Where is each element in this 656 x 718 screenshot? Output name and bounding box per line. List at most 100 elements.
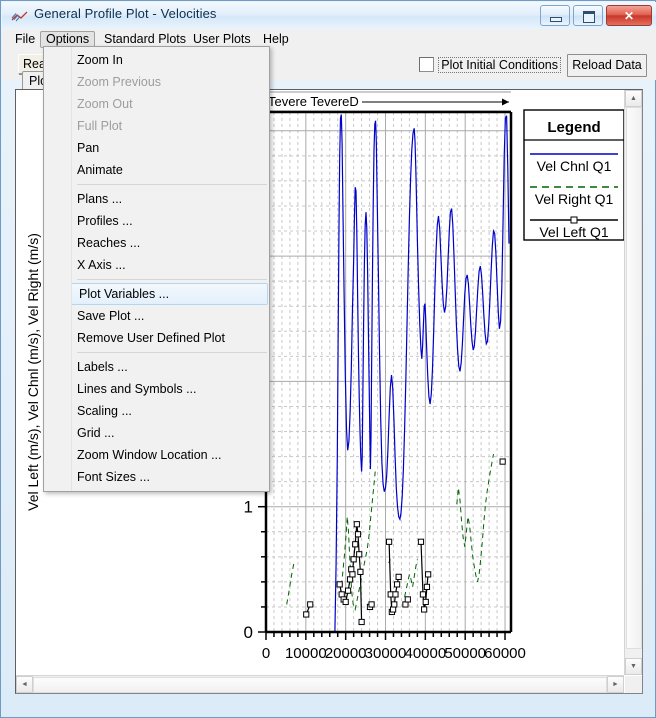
menu-item-full-plot: Full Plot — [77, 119, 123, 133]
reach-label-text: Tevere TevereD — [268, 94, 359, 109]
series-marker — [338, 591, 345, 598]
menu-separator — [77, 352, 267, 353]
x-tick-label: 60000 — [484, 645, 526, 662]
series-marker — [357, 568, 364, 575]
series-marker — [358, 618, 365, 626]
menu-item-lines-and-symbols[interactable]: Lines and Symbols ... — [44, 378, 269, 400]
window-frame: General Profile Plot - Velocities ✕ File… — [0, 0, 656, 718]
menu-item-zoom-window-location[interactable]: Zoom Window Location ... — [44, 444, 269, 466]
chart-legend: Legend Vel Chnl Q1 Vel Right Q1 Vel Left Q1 — [523, 109, 624, 241]
y-axis-title: Vel Left (m/s), Vel Chnl (m/s), Vel Righ… — [25, 233, 41, 511]
minimize-button[interactable] — [540, 5, 570, 26]
menu-item-pan[interactable]: Pan — [44, 137, 269, 159]
menu-item-zoom-in[interactable]: Zoom In — [44, 49, 269, 71]
y-tick-label: 0 — [244, 623, 253, 642]
application-window: General Profile Plot - Velocities ✕ File… — [0, 0, 656, 718]
chevron-up-icon: ▲ — [630, 95, 637, 102]
legend-title: Legend — [547, 119, 600, 136]
series-marker — [356, 551, 363, 558]
series-marker — [393, 581, 401, 588]
menu-item-save-plot[interactable]: Save Plot ... — [44, 305, 269, 327]
series-marker — [419, 591, 427, 598]
menu-item-zoom-previous: Zoom Previous — [77, 75, 162, 89]
horizontal-scrollbar[interactable]: ◄ ► — [16, 675, 624, 693]
menu-item-plans[interactable]: Plans ... — [44, 188, 269, 210]
series-marker — [368, 601, 375, 608]
close-icon: ✕ — [623, 8, 635, 23]
series-marker — [303, 611, 310, 618]
scroll-left-arrow[interactable]: ◄ — [16, 676, 33, 693]
chevron-right-icon: ► — [612, 681, 619, 688]
series-marker — [425, 571, 432, 578]
menu-item-remove-user-defined-plot[interactable]: Remove User Defined Plot — [44, 327, 269, 349]
series-marker — [348, 566, 355, 573]
x-tick-label: 30000 — [365, 645, 407, 662]
chart-axes — [264, 110, 513, 634]
menu-item-reaches[interactable]: Reaches ... — [44, 232, 269, 254]
x-tick-label: 20000 — [325, 645, 367, 662]
series-marker — [423, 583, 431, 590]
series-marker — [342, 598, 349, 606]
vertical-scrollbar[interactable]: ▲ ▼ — [624, 90, 642, 675]
scroll-down-arrow[interactable]: ▼ — [625, 658, 642, 675]
title-bar: General Profile Plot - Velocities ✕ — [2, 2, 656, 30]
menu-item-plot-variables[interactable]: Plot Variables ... — [45, 283, 268, 305]
maximize-button[interactable] — [573, 5, 603, 26]
reach-arrow-head — [502, 98, 509, 106]
plot-initial-conditions-checkbox[interactable] — [419, 57, 435, 72]
series-marker — [349, 571, 356, 578]
chart-gridlines — [266, 112, 511, 632]
menu-item-zoom-out: Zoom Out — [77, 97, 133, 111]
options-dropdown-menu[interactable]: Zoom In Zoom Previous Zoom Out Full Plot Pan… — [43, 46, 270, 492]
scroll-right-arrow[interactable]: ► — [607, 676, 624, 693]
series-marker — [350, 556, 357, 563]
series-vel_left — [303, 458, 506, 626]
series-marker — [344, 587, 352, 594]
x-tick-label: 0 — [262, 645, 270, 662]
close-button[interactable]: ✕ — [606, 5, 652, 26]
menu-item-animate[interactable]: Animate — [44, 159, 269, 181]
series-marker — [395, 573, 402, 580]
series-marker — [389, 606, 397, 613]
menu-item-labels[interactable]: Labels ... — [44, 356, 269, 378]
legend-label: Vel Chnl Q1 — [537, 158, 612, 174]
window-controls: ✕ — [540, 5, 652, 26]
window-title: General Profile Plot - Velocities — [34, 6, 217, 21]
series-marker — [392, 591, 399, 598]
menu-gutter — [44, 47, 72, 491]
x-tick-label: 10000 — [285, 645, 327, 662]
legend-marker-sample — [570, 216, 578, 224]
chevron-left-icon: ◄ — [21, 681, 28, 688]
series-marker — [422, 598, 429, 606]
menu-item-profiles[interactable]: Profiles ... — [44, 210, 269, 232]
series-marker — [404, 596, 411, 603]
menu-item-scaling[interactable]: Scaling ... — [44, 400, 269, 422]
menu-file[interactable]: File — [9, 31, 41, 48]
menu-separator — [77, 184, 267, 185]
y-tick-label: 1 — [244, 498, 253, 517]
menu-item-grid[interactable]: Grid ... — [44, 422, 269, 444]
series-marker — [391, 601, 398, 608]
series-marker — [307, 601, 314, 608]
chevron-down-icon: ▼ — [630, 663, 637, 670]
reach-label-group: Tevere TevereD — [265, 91, 511, 112]
series-marker — [421, 606, 428, 613]
series-marker — [354, 531, 362, 538]
menu-item-x-axis[interactable]: X Axis ... — [44, 254, 269, 276]
series-marker — [336, 581, 343, 588]
series-marker — [499, 458, 506, 465]
series-line — [456, 454, 494, 583]
series-marker — [417, 538, 425, 545]
menu-separator — [77, 279, 267, 280]
series-marker — [353, 521, 360, 528]
series-marker — [346, 576, 354, 583]
scrollbar-corner — [625, 676, 642, 693]
series-marker — [352, 541, 359, 548]
vertical-scroll-thumb[interactable] — [626, 107, 642, 649]
legend-label: Vel Left Q1 — [539, 224, 608, 240]
horizontal-scroll-thumb[interactable] — [33, 677, 607, 693]
scroll-up-arrow[interactable]: ▲ — [625, 90, 642, 107]
menu-item-font-sizes[interactable]: Font Sizes ... — [44, 466, 269, 488]
series-marker — [385, 538, 393, 545]
x-tick-label: 50000 — [444, 645, 486, 662]
